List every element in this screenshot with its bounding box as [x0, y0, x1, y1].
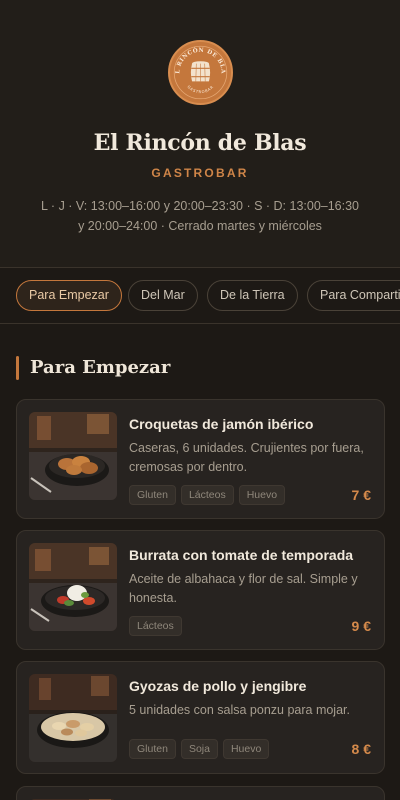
section-accent-bar [16, 356, 19, 380]
dish-price: 7 € [351, 487, 371, 503]
dish-name: Gyozas de pollo y jengibre [129, 678, 307, 694]
allergen-tags: Lácteos [129, 616, 182, 636]
dish-card[interactable]: Burrata con tomate de temporada Aceite d… [16, 530, 385, 650]
barrel-logo-icon: EL RINCÓN DE BLAS GASTROBAR [168, 38, 229, 101]
restaurant-header: EL RINCÓN DE BLAS GASTROBAR El Rincón de… [0, 0, 400, 268]
opening-hours: L · J · V: 13:00–16:00 y 20:00–23:30 · S… [30, 196, 370, 236]
allergen-tag: Soja [180, 739, 218, 759]
tab-de-la-tierra[interactable]: De la Tierra [207, 280, 298, 311]
dish-card[interactable]: Croquetas de jamón ibérico Caseras, 6 un… [16, 399, 385, 519]
tab-del-mar[interactable]: Del Mar [128, 280, 198, 311]
allergen-tags: Gluten Soja Huevo [129, 739, 270, 759]
hours-line-1: L · J · V: 13:00–16:00 y 20:00–23:30 · S… [40, 199, 360, 213]
allergen-tag: Huevo [238, 485, 286, 505]
section-title: Para Empezar [30, 357, 171, 378]
restaurant-logo: EL RINCÓN DE BLAS GASTROBAR [168, 38, 233, 105]
menu-page: EL RINCÓN DE BLAS GASTROBAR El Rincón de… [0, 0, 400, 800]
allergen-tag: Huevo [222, 739, 270, 759]
dish-photo [29, 674, 117, 762]
category-tabs: Para Empezar Del Mar De la Tierra Para C… [0, 268, 400, 324]
allergen-tag: Gluten [129, 739, 176, 759]
dish-name: Croquetas de jamón ibérico [129, 416, 314, 432]
tab-para-compartir[interactable]: Para Compartir [307, 280, 400, 311]
hours-line-2: y 20:00–24:00 · Cerrado martes y miércol… [78, 219, 322, 233]
allergen-tag: Lácteos [129, 616, 182, 636]
restaurant-tagline: GASTROBAR [151, 166, 249, 180]
dish-photo [29, 543, 117, 631]
dish-description: 5 unidades con salsa ponzu para mojar. [129, 703, 350, 717]
tab-para-empezar[interactable]: Para Empezar [16, 280, 122, 311]
dish-price: 9 € [351, 618, 371, 634]
dish-photo [29, 412, 117, 500]
restaurant-name: El Rincón de Blas [93, 130, 307, 156]
allergen-tag: Gluten [129, 485, 176, 505]
allergen-tag: Lácteos [180, 485, 234, 505]
dish-card-partial[interactable] [16, 786, 385, 800]
dish-card[interactable]: Gyozas de pollo y jengibre 5 unidades co… [16, 661, 385, 774]
dish-name: Burrata con tomate de temporada [129, 547, 354, 563]
dish-description: Caseras, 6 unidades. Crujientes por fuer… [129, 441, 364, 474]
allergen-tags: Gluten Lácteos Huevo [129, 485, 286, 505]
dish-description: Aceite de albahaca y flor de sal. Simple… [129, 572, 358, 605]
dish-price: 8 € [351, 741, 371, 757]
